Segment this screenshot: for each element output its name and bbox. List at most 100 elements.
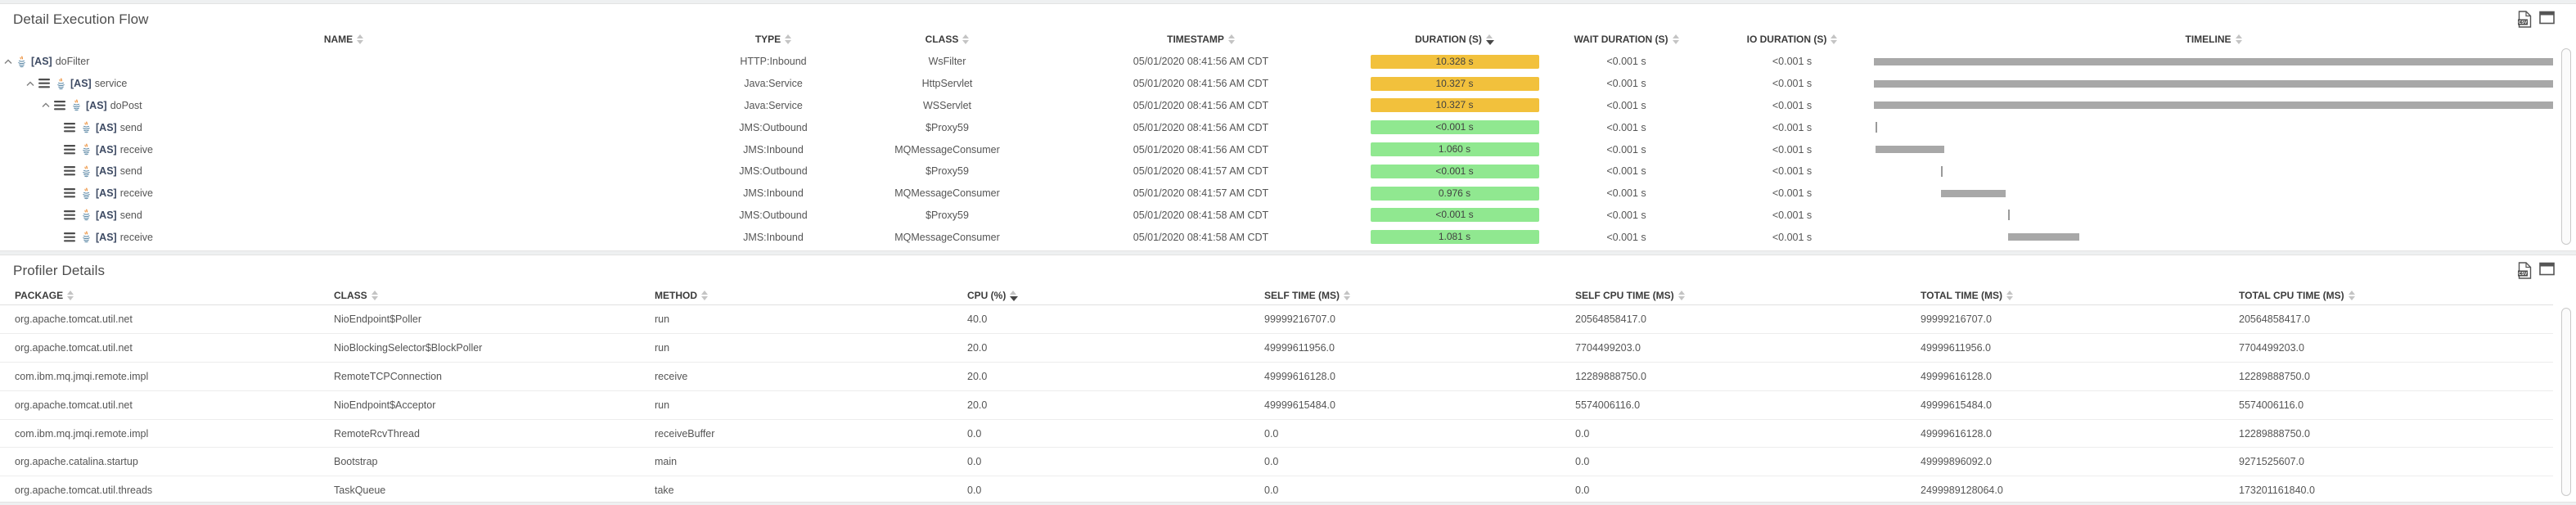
profiler-row[interactable]: org.apache.tomcat.util.threadsTaskQueuet… [0, 476, 2553, 502]
stack-trace-icon[interactable] [64, 232, 75, 242]
execution-flow-row[interactable]: [AS]receiveJMS:InboundMQMessageConsumer0… [0, 183, 2553, 205]
execution-flow-row[interactable]: [AS]doPostJava:ServiceWSServlet05/01/202… [0, 95, 2553, 117]
execution-flow-row[interactable]: [AS]serviceJava:ServiceHttpServlet05/01/… [0, 73, 2553, 95]
column-header-wait-duration-s[interactable]: WAIT DURATION (S) [1542, 34, 1710, 45]
sort-icon[interactable] [2006, 291, 2013, 300]
execution-flow-row[interactable]: [AS]sendJMS:Outbound$Proxy5905/01/2020 0… [0, 116, 2553, 138]
column-header-self-time-ms[interactable]: SELF TIME (MS) [1264, 286, 1575, 304]
execution-flow-row[interactable]: [AS]receiveJMS:InboundMQMessageConsumer0… [0, 138, 2553, 160]
self-time-cell: 0.0 [1264, 420, 1575, 448]
sort-icon[interactable] [2236, 34, 2242, 44]
class-cell: Bootstrap [334, 448, 655, 476]
column-header-name[interactable]: NAME [0, 34, 687, 45]
timestamp-cell: 05/01/2020 08:41:57 AM CDT [1035, 160, 1367, 183]
duration-badge: 10.328 s [1371, 55, 1539, 69]
sort-icon[interactable] [372, 291, 378, 300]
sort-icon[interactable] [1673, 34, 1679, 44]
execution-flow-scrollbar[interactable] [2561, 48, 2571, 245]
profiler-row[interactable]: org.apache.tomcat.util.netNioEndpoint$Po… [0, 305, 2553, 334]
stack-trace-icon[interactable] [64, 166, 75, 176]
open-window-icon[interactable] [2539, 11, 2555, 25]
package-cell: com.ibm.mq.jmqi.remote.impl [15, 420, 334, 448]
total-cpu-time-cell: 5574006116.0 [2239, 391, 2553, 419]
sort-icon[interactable] [1678, 291, 1685, 300]
column-header-method[interactable]: METHOD [655, 286, 967, 304]
sort-icon[interactable] [701, 291, 708, 300]
column-header-timestamp[interactable]: TIMESTAMP [1035, 34, 1367, 45]
execution-flow-row[interactable]: [AS]doFilterHTTP:InboundWsFilter05/01/20… [0, 51, 2553, 73]
sort-icon[interactable] [2349, 291, 2355, 300]
agent-span-prefix: [AS] [86, 100, 107, 111]
profiler-row[interactable]: com.ibm.mq.jmqi.remote.implRemoteTCPConn… [0, 363, 2553, 391]
sort-icon[interactable] [1344, 291, 1350, 300]
column-header-label: TIMELINE [2186, 34, 2231, 45]
span-name: send [120, 122, 142, 133]
stack-trace-icon[interactable] [64, 123, 75, 133]
profiler-row[interactable]: org.apache.tomcat.util.netNioEndpoint$Ac… [0, 391, 2553, 420]
class-cell: TaskQueue [334, 476, 655, 502]
column-header-class[interactable]: CLASS [859, 34, 1035, 45]
total-cpu-time-cell: 20564858417.0 [2239, 305, 2553, 333]
column-header-self-cpu-time-ms[interactable]: SELF CPU TIME (MS) [1575, 286, 1921, 304]
timeline-bar [1874, 101, 2553, 109]
timestamp-cell: 05/01/2020 08:41:56 AM CDT [1035, 51, 1367, 73]
cpu-percent-cell: 40.0 [967, 305, 1264, 333]
timeline-cell [1874, 183, 2553, 205]
execution-flow-row[interactable]: [AS]sendJMS:Outbound$Proxy5905/01/2020 0… [0, 160, 2553, 183]
method-cell: receive [655, 363, 967, 390]
tree-name-cell: [AS]doPost [0, 95, 687, 117]
profiler-row[interactable]: org.apache.catalina.startupBootstrapmain… [0, 448, 2553, 476]
package-cell: org.apache.tomcat.util.net [15, 334, 334, 362]
column-header-label: CLASS [334, 290, 367, 301]
timeline-cell [1874, 226, 2553, 248]
column-header-class[interactable]: CLASS [334, 286, 655, 304]
java-icon [81, 187, 92, 200]
profiler-row[interactable]: com.ibm.mq.jmqi.remote.implRemoteRcvThre… [0, 420, 2553, 449]
sort-icon[interactable] [1010, 291, 1018, 301]
csv-export-icon[interactable]: CSV [2518, 11, 2532, 28]
class-cell: HttpServlet [859, 73, 1035, 95]
stack-trace-icon[interactable] [64, 210, 75, 220]
execution-flow-row[interactable]: [AS]receiveJMS:InboundMQMessageConsumer0… [0, 226, 2553, 248]
timeline-bar [1876, 146, 1945, 153]
agent-span-prefix: [AS] [96, 210, 117, 221]
column-header-package[interactable]: PACKAGE [15, 286, 334, 304]
method-cell: run [655, 334, 967, 362]
open-window-icon[interactable] [2539, 262, 2555, 276]
tree-name-cell: [AS]send [0, 160, 687, 183]
sort-icon[interactable] [67, 291, 74, 300]
sort-icon[interactable] [1228, 34, 1235, 44]
collapse-caret-icon[interactable] [26, 81, 34, 87]
column-header-total-time-ms[interactable]: TOTAL TIME (MS) [1921, 286, 2239, 304]
wait-duration-cell: <0.001 s [1542, 95, 1710, 117]
column-header-cpu[interactable]: CPU (%) [967, 286, 1264, 304]
stack-trace-icon[interactable] [54, 101, 65, 110]
profiler-scrollbar[interactable] [2561, 308, 2571, 496]
stack-trace-icon[interactable] [38, 79, 50, 88]
column-header-timeline[interactable]: TIMELINE [1874, 34, 2553, 45]
stack-trace-icon[interactable] [64, 188, 75, 198]
collapse-caret-icon[interactable] [4, 59, 12, 65]
csv-export-icon[interactable]: CSV [2518, 262, 2532, 279]
duration-cell: <0.001 s [1367, 160, 1542, 183]
column-header-io-duration-s[interactable]: IO DURATION (S) [1710, 34, 1874, 45]
sort-icon[interactable] [357, 34, 363, 44]
profiler-row[interactable]: org.apache.tomcat.util.netNioBlockingSel… [0, 334, 2553, 363]
sort-icon[interactable] [962, 34, 969, 44]
java-icon [71, 99, 82, 111]
span-name: receive [120, 144, 153, 156]
duration-cell: 10.328 s [1367, 51, 1542, 73]
column-header-type[interactable]: TYPE [687, 34, 859, 45]
execution-flow-row[interactable]: [AS]sendJMS:Outbound$Proxy5905/01/2020 0… [0, 205, 2553, 227]
stack-trace-icon[interactable] [64, 145, 75, 155]
sort-icon[interactable] [785, 34, 791, 44]
duration-cell: 1.060 s [1367, 138, 1542, 160]
column-header-duration-s[interactable]: DURATION (S) [1367, 34, 1542, 45]
sort-icon[interactable] [1831, 34, 1837, 44]
collapse-caret-icon[interactable] [42, 102, 50, 108]
agent-span-prefix: [AS] [31, 56, 52, 67]
column-header-total-cpu-time-ms[interactable]: TOTAL CPU TIME (MS) [2239, 286, 2553, 304]
execution-flow-column-headers: NAMETYPECLASSTIMESTAMPDURATION (S)WAIT D… [0, 34, 2553, 45]
sort-icon[interactable] [1486, 34, 1494, 45]
java-icon [81, 143, 92, 156]
